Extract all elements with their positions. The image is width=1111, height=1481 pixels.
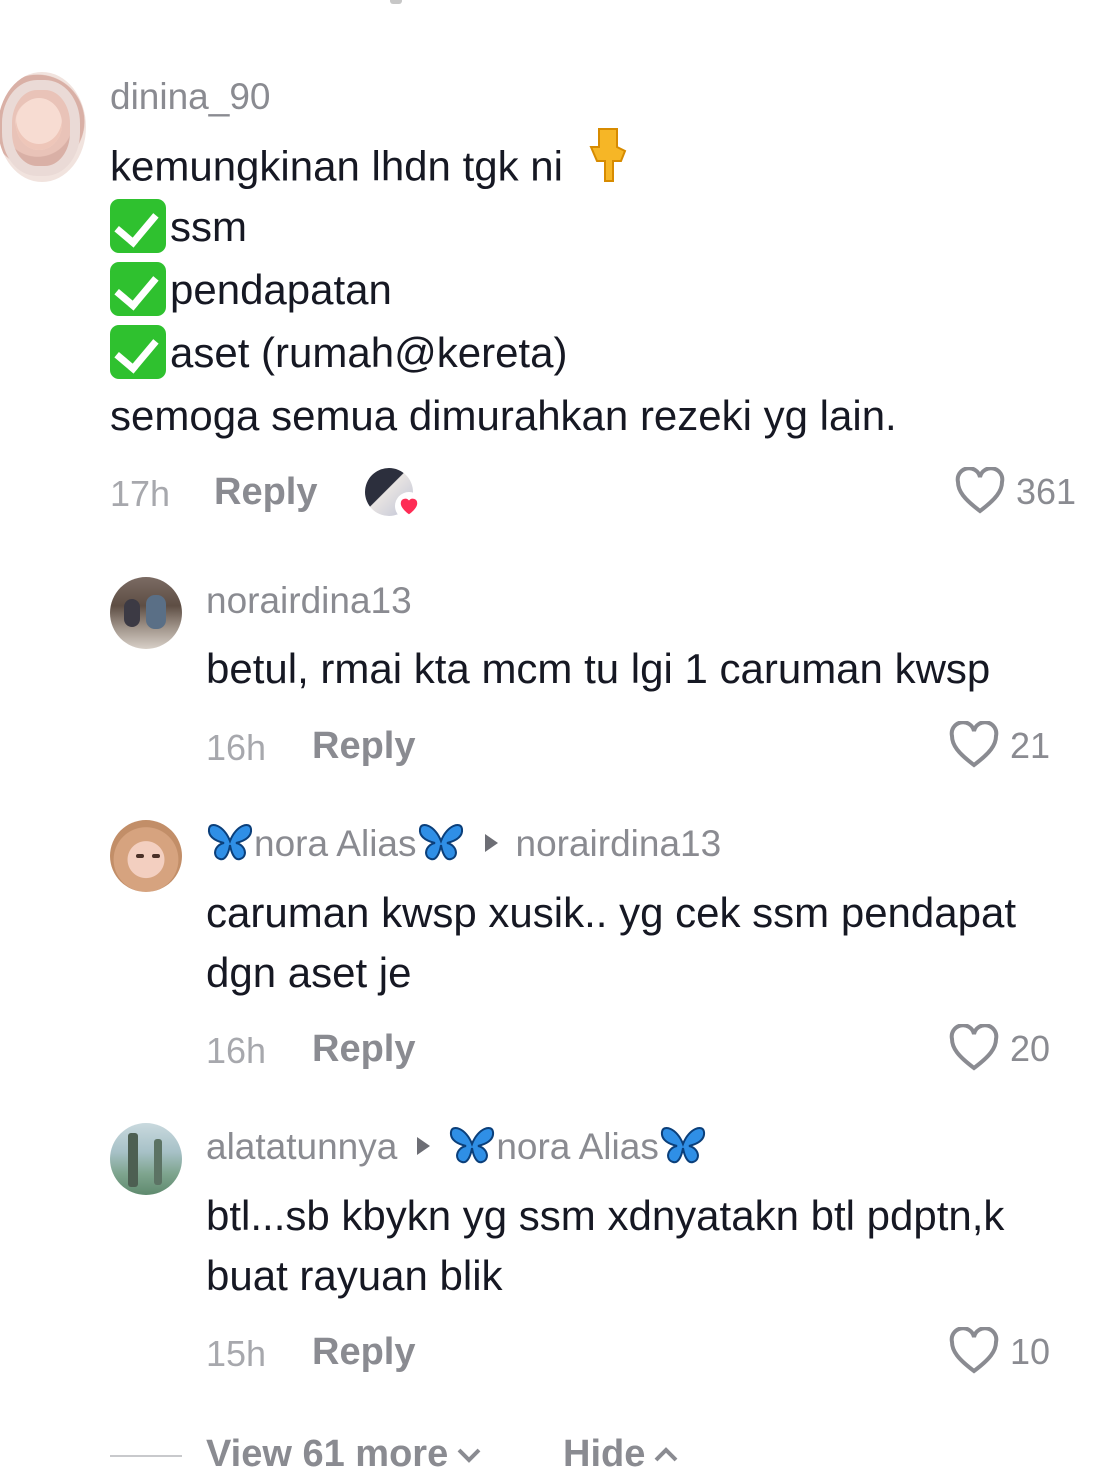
butterfly-icon	[659, 1124, 707, 1166]
heart-icon	[949, 1326, 999, 1374]
hide-label: Hide	[563, 1433, 646, 1475]
comment-username[interactable]: alatatunnya	[206, 1126, 397, 1167]
comment-text-line-2: ssm	[110, 196, 247, 258]
chevron-up-icon	[653, 1430, 679, 1473]
reply-button[interactable]: Reply	[312, 725, 415, 768]
comment-text-line-5: semoga semua dimurahkan rezeki yg lain.	[110, 392, 897, 439]
reply-to-username[interactable]: nora Alias	[496, 1126, 659, 1167]
comment-text-line-3: pendapatan	[110, 259, 392, 321]
comment-username[interactable]: nora Alias	[254, 823, 417, 864]
reply-arrow-icon	[417, 1137, 431, 1156]
comment-text-line-1: btl...sb kbykn yg ssm xdnyatakn btl pdpt…	[206, 1192, 1005, 1239]
avatar[interactable]	[110, 820, 182, 892]
pointing-down-icon	[585, 127, 629, 200]
like-count: 21	[1010, 724, 1051, 766]
like-button[interactable]: 361	[954, 466, 1077, 518]
comment-timestamp: 15h	[206, 1333, 267, 1374]
butterfly-icon	[206, 821, 254, 863]
butterfly-icon	[417, 821, 465, 863]
comment-username-row: alatatunnya nora Alias	[206, 1126, 707, 1170]
reply-button[interactable]: Reply	[214, 471, 317, 514]
like-button[interactable]: 20	[948, 1023, 1051, 1075]
comment-username-row: nora Alias norairdina13	[206, 823, 721, 867]
reply-button[interactable]: Reply	[312, 1331, 415, 1374]
hide-replies-button[interactable]: Hide	[563, 1433, 679, 1477]
like-count: 20	[1010, 1027, 1051, 1069]
comment-text-line-4: aset (rumah@kereta)	[110, 322, 567, 384]
like-count: 361	[1016, 470, 1077, 512]
comment-text-line-2: dgn aset je	[206, 949, 412, 996]
view-more-replies-button[interactable]: View 61 more	[206, 1433, 482, 1477]
comment-text: kemungkinan lhdn tgk ni	[110, 142, 563, 190]
comment-timestamp: 16h	[206, 727, 267, 768]
like-button[interactable]: 10	[948, 1326, 1051, 1378]
comment-username[interactable]: dinina_90	[110, 76, 270, 118]
heart-icon	[955, 466, 1005, 514]
divider	[110, 1455, 182, 1457]
comment-username[interactable]: norairdina13	[206, 580, 412, 622]
comment-timestamp: 16h	[206, 1030, 267, 1071]
liked-by-creator-badge	[365, 468, 423, 520]
like-button[interactable]: 21	[948, 720, 1051, 772]
view-more-label: View 61 more	[206, 1433, 449, 1475]
comment-text: ssm	[170, 203, 247, 250]
comment-text: pendapatan	[170, 266, 392, 313]
check-icon	[110, 198, 166, 253]
comment-text-line-2: buat rayuan blik	[206, 1252, 503, 1299]
chevron-down-icon	[456, 1430, 482, 1473]
heart-icon	[949, 1023, 999, 1071]
avatar[interactable]	[110, 577, 182, 649]
heart-icon	[949, 720, 999, 768]
heart-icon	[395, 492, 423, 520]
like-count: 10	[1010, 1330, 1051, 1372]
comment-text: betul, rmai kta mcm tu lgi 1 caruman kws…	[206, 645, 991, 692]
butterfly-icon	[448, 1124, 496, 1166]
reply-arrow-icon	[484, 834, 498, 853]
comment-timestamp: 17h	[110, 473, 171, 514]
scroll-edge-fragment	[390, 0, 402, 4]
comment-text: aset (rumah@kereta)	[170, 329, 568, 376]
check-icon	[110, 324, 166, 379]
reply-to-username[interactable]: norairdina13	[516, 823, 722, 864]
comment-text-line-1: caruman kwsp xusik.. yg cek ssm pendapat	[206, 889, 1017, 936]
check-icon	[110, 261, 166, 316]
reply-button[interactable]: Reply	[312, 1028, 415, 1071]
avatar[interactable]	[110, 1123, 182, 1195]
avatar[interactable]	[0, 72, 86, 182]
